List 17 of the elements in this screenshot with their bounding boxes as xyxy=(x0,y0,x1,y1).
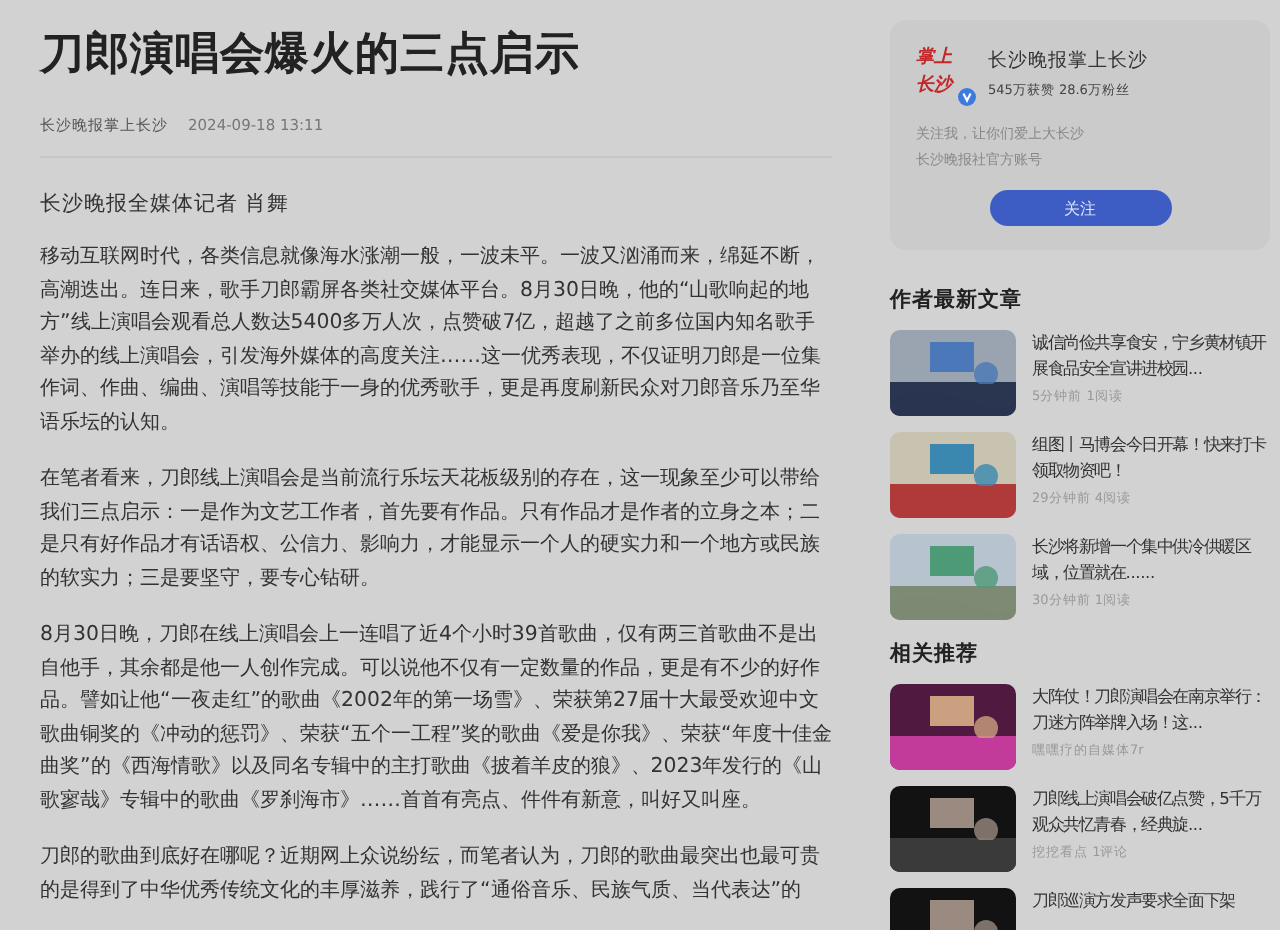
article-link[interactable]: 组图丨马博会今日开幕！快来打卡领取物资吧！ xyxy=(1032,432,1270,484)
article-link[interactable]: 刀郎线上演唱会破亿点赞，5千万观众共忆青春，经典旋... xyxy=(1032,786,1270,838)
follow-button[interactable]: 关注 xyxy=(989,190,1171,226)
author-name[interactable]: 长沙晚报掌上长沙 xyxy=(988,48,1148,74)
paragraph: 8月30日晚，刀郎在线上演唱会上一连唱了近4个小时39首歌曲，仅有两三首歌曲不是出自他手，其余都是他一人创作完成。可以说他不仅有一定数量的作品，更是有不少的好作品。譬如让他“一夜走红”的歌曲《2002年的第一场雪》、荣获第27届十大最受欢迎中文歌曲铜奖的《冲动的惩罚》、荣获“五个一工程”奖的歌曲《爱是你我》、荣获“年度十佳金曲奖”的《西海情歌》以及同名专辑中的主打歌曲《披着羊皮的狼》、2023年发行的《山歌寥哉》专辑中的歌曲《罗刹海市》……首首有亮点、件件有新意，叫好又叫座。 xyxy=(40,621,832,815)
section-heading: 相关推荐 xyxy=(890,640,980,668)
article-link[interactable]: 长沙将新增一个集中供冷供暖区域，位置就在...... xyxy=(1032,534,1270,586)
byline: 长沙晚报全媒体记者 肖舞 xyxy=(40,190,291,218)
section-heading: 作者最新文章 xyxy=(890,286,1024,314)
paragraph: 移动互联网时代，各类信息就像海水涨潮一般，一波未平。一波又汹涌而来，绵延不断，高潮迭出。连日来，歌手刀郎霸屏各类社交媒体平台。8月30日晚，他的“山歌响起的地方”线上演唱会观看总人数达5400多万人次，点赞破7亿，超越了之前多位国内知名歌手举办的线上演唱会，引发海外媒体的高度关注……这一优秀表现，不仅证明刀郎是一位集作词、作曲、编曲、演唱等技能于一身的优秀歌手，更是再度刷新民众对刀郎音乐乃至华语乐坛的认知。 xyxy=(40,243,823,437)
logo: 掌上 长沙 xyxy=(916,44,968,104)
article-link[interactable]: 诚信尚俭共享食安，宁乡黄材镇开展食品安全宣讲进校园... xyxy=(1032,330,1270,382)
paragraph: 在笔者看来，刀郎线上演唱会是当前流行乐坛天花板级别的存在，这一现象至少可以带给我们三点启示：一是作为文艺工作者，首先要有作品。只有作品才是作者的立身之本；二是只有好作品才有话语权、公信力、影响力，才能显示一个人的硬实力和一个地方或民族的软实力；三是要坚守，要专心钻研。 xyxy=(40,465,822,593)
article-title: 刀郎演唱会爆火的三点启示 xyxy=(40,27,582,84)
article-link[interactable]: 刀郎巡演方发声要求全面下架 xyxy=(1032,888,1235,914)
article-link[interactable]: 大阵仗！刀郎演唱会在南京举行：刀迷方阵举牌入场！这... xyxy=(1032,684,1270,736)
paragraph: 刀郎的歌曲到底好在哪呢？近期网上众说纷纭，而笔者认为，刀郎的歌曲最突出也最可贵的是得到了中华优秀传统文化的丰厚滋养，践行了“通俗音乐、民族气质、当代表达”的 xyxy=(40,843,822,905)
